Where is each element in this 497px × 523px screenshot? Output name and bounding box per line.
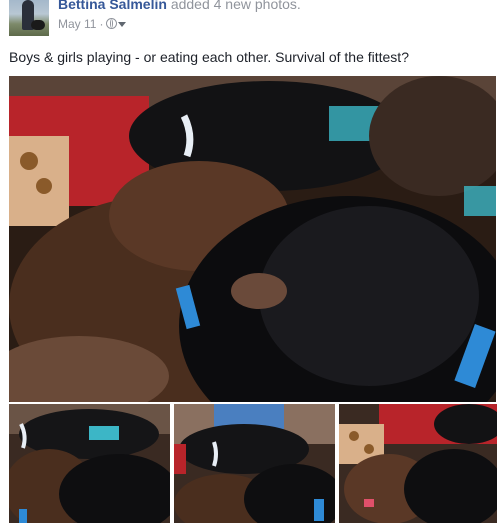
post-date-link[interactable]: May 11 — [58, 17, 96, 31]
post-action-text: added 4 new photos. — [170, 0, 301, 12]
thumbnail-1[interactable] — [9, 404, 170, 523]
post-meta: May 11 · — [58, 17, 127, 31]
avatar-dog — [31, 20, 45, 30]
thumbnail-3[interactable] — [339, 404, 497, 523]
facebook-post: Bettina Salmelin added 4 new photos. May… — [0, 0, 497, 523]
meta-separator: · — [99, 17, 104, 31]
puppies-photo-thumb-3 — [339, 404, 497, 523]
audience-caret-icon[interactable] — [118, 22, 127, 27]
globe-icon[interactable] — [106, 18, 118, 29]
post-header: Bettina Salmelin added 4 new photos. — [58, 0, 301, 13]
author-name-link[interactable]: Bettina Salmelin — [58, 0, 167, 12]
puppies-photo-thumb-2 — [174, 404, 335, 523]
main-photo[interactable] — [9, 76, 496, 402]
puppies-photo-main — [9, 76, 496, 402]
author-avatar[interactable] — [9, 0, 49, 36]
puppies-photo-thumb-1 — [9, 404, 170, 523]
thumbnail-2[interactable] — [174, 404, 335, 523]
post-caption: Boys & girls playing - or eating each ot… — [9, 49, 409, 65]
